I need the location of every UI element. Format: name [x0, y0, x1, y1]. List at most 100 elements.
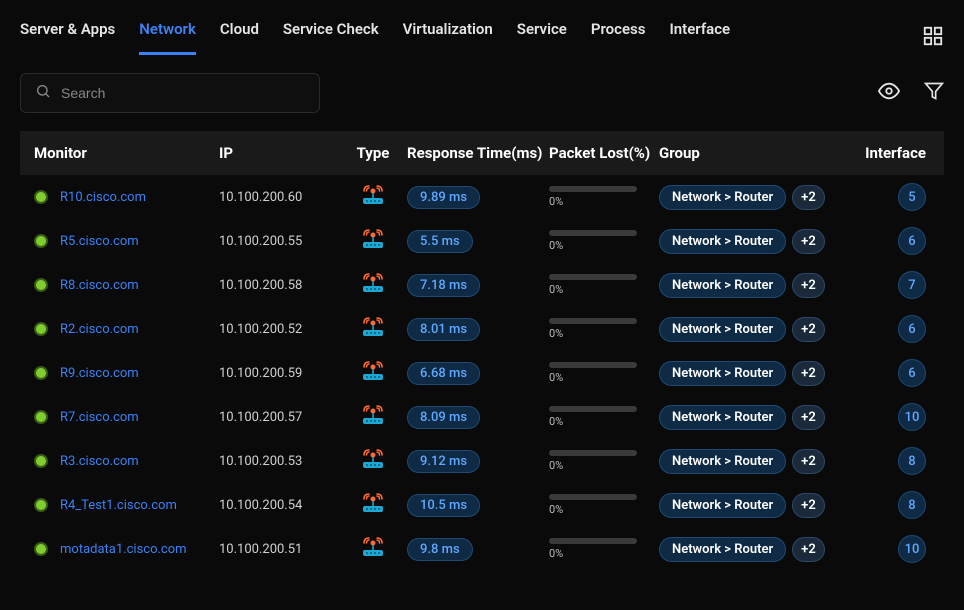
response-time-badge: 6.68 ms [407, 362, 480, 385]
tab-service-check[interactable]: Service Check [283, 20, 379, 55]
col-monitor[interactable]: Monitor [34, 144, 219, 162]
search-icon [35, 83, 51, 103]
interface-count[interactable]: 8 [898, 491, 926, 519]
tab-virtualization[interactable]: Virtualization [403, 20, 493, 55]
group-badge[interactable]: Network > Router [659, 317, 786, 342]
interface-count[interactable]: 10 [898, 403, 926, 431]
group-extra-badge[interactable]: +2 [792, 317, 825, 342]
packet-bar [549, 274, 637, 280]
table-row: R3.cisco.com 10.100.200.53 9.12 ms 0% Ne… [20, 439, 944, 483]
packet-bar [549, 318, 637, 324]
table-body: R10.cisco.com 10.100.200.60 9.89 ms 0% N… [20, 175, 944, 571]
router-icon [360, 316, 386, 338]
group-extra-badge[interactable]: +2 [792, 185, 825, 210]
packet-bar [549, 362, 637, 368]
status-indicator [34, 498, 48, 512]
tab-server-apps[interactable]: Server & Apps [20, 20, 115, 55]
group-extra-badge[interactable]: +2 [792, 273, 825, 298]
col-type[interactable]: Type [339, 144, 407, 162]
group-extra-badge[interactable]: +2 [792, 449, 825, 474]
tab-interface[interactable]: Interface [669, 20, 730, 55]
packet-value: 0% [549, 283, 659, 296]
packet-value: 0% [549, 459, 659, 472]
group-badge[interactable]: Network > Router [659, 229, 786, 254]
group-badge[interactable]: Network > Router [659, 493, 786, 518]
packet-lost-cell: 0% [549, 494, 659, 516]
router-icon [360, 184, 386, 206]
interface-count[interactable]: 6 [898, 227, 926, 255]
packet-value: 0% [549, 327, 659, 340]
group-extra-badge[interactable]: +2 [792, 229, 825, 254]
interface-count[interactable]: 8 [898, 447, 926, 475]
tab-service[interactable]: Service [517, 20, 567, 55]
interface-count[interactable]: 5 [898, 183, 926, 211]
response-time-badge: 7.18 ms [407, 274, 480, 297]
table-row: R9.cisco.com 10.100.200.59 6.68 ms 0% Ne… [20, 351, 944, 395]
response-time-badge: 10.5 ms [407, 494, 480, 517]
status-indicator [34, 322, 48, 336]
monitor-link[interactable]: R4_Test1.cisco.com [60, 498, 177, 513]
col-ip[interactable]: IP [219, 144, 339, 162]
tab-process[interactable]: Process [591, 20, 646, 55]
group-badge[interactable]: Network > Router [659, 405, 786, 430]
monitor-link[interactable]: R8.cisco.com [60, 278, 139, 293]
search-box[interactable] [20, 73, 320, 113]
tab-cloud[interactable]: Cloud [220, 20, 259, 55]
table-row: R10.cisco.com 10.100.200.60 9.89 ms 0% N… [20, 175, 944, 219]
monitor-link[interactable]: motadata1.cisco.com [60, 542, 187, 557]
tab-network[interactable]: Network [139, 20, 196, 55]
status-indicator [34, 234, 48, 248]
group-badge[interactable]: Network > Router [659, 361, 786, 386]
group-badge[interactable]: Network > Router [659, 537, 786, 562]
interface-count[interactable]: 7 [898, 271, 926, 299]
search-input[interactable] [61, 85, 305, 101]
toolbar-actions [878, 80, 944, 106]
interface-count[interactable]: 6 [898, 315, 926, 343]
table-row: R7.cisco.com 10.100.200.57 8.09 ms 0% Ne… [20, 395, 944, 439]
group-badge[interactable]: Network > Router [659, 449, 786, 474]
packet-lost-cell: 0% [549, 406, 659, 428]
group-extra-badge[interactable]: +2 [792, 361, 825, 386]
packet-bar [549, 538, 637, 544]
interface-count[interactable]: 10 [898, 535, 926, 563]
group-extra-badge[interactable]: +2 [792, 405, 825, 430]
group-badge[interactable]: Network > Router [659, 273, 786, 298]
interface-count[interactable]: 6 [898, 359, 926, 387]
router-icon [360, 448, 386, 470]
col-group[interactable]: Group [659, 144, 860, 162]
status-indicator [34, 542, 48, 556]
router-icon [360, 272, 386, 294]
monitor-link[interactable]: R9.cisco.com [60, 366, 139, 381]
topbar: Server & Apps Network Cloud Service Check Vi… [0, 0, 964, 55]
response-time-badge: 8.01 ms [407, 318, 480, 341]
group-extra-badge[interactable]: +2 [792, 493, 825, 518]
table-row: motadata1.cisco.com 10.100.200.51 9.8 ms… [20, 527, 944, 571]
dashboard-grid-icon[interactable] [922, 25, 944, 51]
monitor-link[interactable]: R3.cisco.com [60, 454, 139, 469]
group-badge[interactable]: Network > Router [659, 185, 786, 210]
table-row: R2.cisco.com 10.100.200.52 8.01 ms 0% Ne… [20, 307, 944, 351]
monitor-link[interactable]: R7.cisco.com [60, 410, 139, 425]
status-indicator [34, 366, 48, 380]
filter-icon[interactable] [924, 81, 944, 105]
monitor-link[interactable]: R2.cisco.com [60, 322, 139, 337]
col-response-time[interactable]: Response Time(ms) [407, 144, 549, 162]
table-row: R5.cisco.com 10.100.200.55 5.5 ms 0% Net… [20, 219, 944, 263]
visibility-icon[interactable] [878, 80, 900, 106]
monitor-table: Monitor IP Type Response Time(ms) Packet… [0, 131, 964, 571]
monitor-link[interactable]: R10.cisco.com [60, 190, 146, 205]
router-icon [360, 492, 386, 514]
ip-address: 10.100.200.59 [219, 366, 339, 381]
response-time-badge: 9.89 ms [407, 186, 480, 209]
router-icon [360, 360, 386, 382]
packet-bar [549, 494, 637, 500]
response-time-badge: 5.5 ms [407, 230, 473, 253]
table-row: R4_Test1.cisco.com 10.100.200.54 10.5 ms… [20, 483, 944, 527]
monitor-link[interactable]: R5.cisco.com [60, 234, 139, 249]
toolbar [0, 55, 964, 131]
group-extra-badge[interactable]: +2 [792, 537, 825, 562]
col-interface[interactable]: Interface [860, 144, 930, 162]
packet-value: 0% [549, 195, 659, 208]
response-time-badge: 9.12 ms [407, 450, 480, 473]
col-packet-lost[interactable]: Packet Lost(%) [549, 144, 659, 162]
